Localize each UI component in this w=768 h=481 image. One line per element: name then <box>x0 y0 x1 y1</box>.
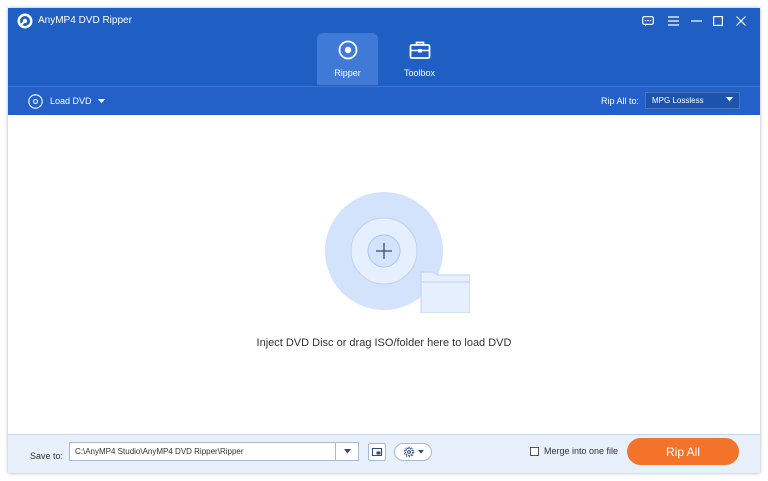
chevron-down-icon <box>343 449 351 454</box>
menu-icon <box>667 16 679 26</box>
close-button[interactable] <box>731 12 751 30</box>
tab-ripper[interactable]: Ripper <box>317 33 378 85</box>
merge-checkbox-box[interactable] <box>530 446 539 456</box>
open-folder-button[interactable] <box>368 443 386 461</box>
rip-all-label: Rip All <box>665 444 700 459</box>
chevron-down-icon <box>417 450 424 454</box>
maximize-icon <box>713 16 723 26</box>
menu-button[interactable] <box>663 12 683 30</box>
merge-checkbox[interactable]: Merge into one file <box>530 446 618 456</box>
feedback-icon <box>642 15 654 26</box>
tab-toolbox-label: Toolbox <box>403 68 436 78</box>
minimize-button[interactable] <box>686 12 706 30</box>
title-bar: AnyMP4 DVD Ripper Ripper Toolbox <box>8 8 760 86</box>
settings-button[interactable] <box>394 443 432 461</box>
toolbox-icon <box>409 41 430 59</box>
toolbar: Load DVD Rip All to: MPG Lossless <box>8 86 760 115</box>
chevron-down-icon <box>726 97 733 102</box>
minimize-icon <box>690 20 702 22</box>
drop-instruction: Inject DVD Disc or drag ISO/folder here … <box>256 337 512 349</box>
chevron-down-icon <box>97 98 105 103</box>
load-dvd-label: Load DVD <box>50 96 92 106</box>
bottom-bar: Save to: C:\AnyMP4 Studio\AnyMP4 DVD Rip… <box>8 434 760 473</box>
tab-ripper-label: Ripper <box>334 68 361 78</box>
save-to-label: Save to: <box>30 451 64 461</box>
app-title: AnyMP4 DVD Ripper <box>38 15 132 26</box>
maximize-button[interactable] <box>708 12 728 30</box>
disc-icon <box>338 40 357 60</box>
save-path-dropdown[interactable] <box>335 443 358 460</box>
save-path-field[interactable] <box>69 442 359 461</box>
save-path-input[interactable] <box>70 443 338 460</box>
folder-icon <box>372 448 382 456</box>
app-window: AnyMP4 DVD Ripper Ripper Toolbox Load DV… <box>8 8 760 473</box>
merge-label: Merge into one file <box>544 446 619 456</box>
load-dvd-button[interactable]: Load DVD <box>28 92 105 110</box>
output-format-value: MPG Lossless <box>652 96 704 105</box>
rip-all-to-label: Rip All to: <box>601 96 640 106</box>
rip-all-button[interactable]: Rip All <box>627 438 739 465</box>
app-logo-icon <box>17 13 33 29</box>
feedback-button[interactable] <box>638 12 658 30</box>
close-icon <box>736 16 746 26</box>
add-dvd-icon[interactable] <box>324 189 470 313</box>
output-format-select[interactable]: MPG Lossless <box>645 92 740 109</box>
dvd-disc-icon <box>28 93 43 109</box>
drop-area[interactable]: © THESOFTWARE.SHOP Inject DVD Disc or dr… <box>8 115 760 435</box>
gear-icon <box>403 446 414 458</box>
tab-toolbox[interactable]: Toolbox <box>389 33 450 85</box>
